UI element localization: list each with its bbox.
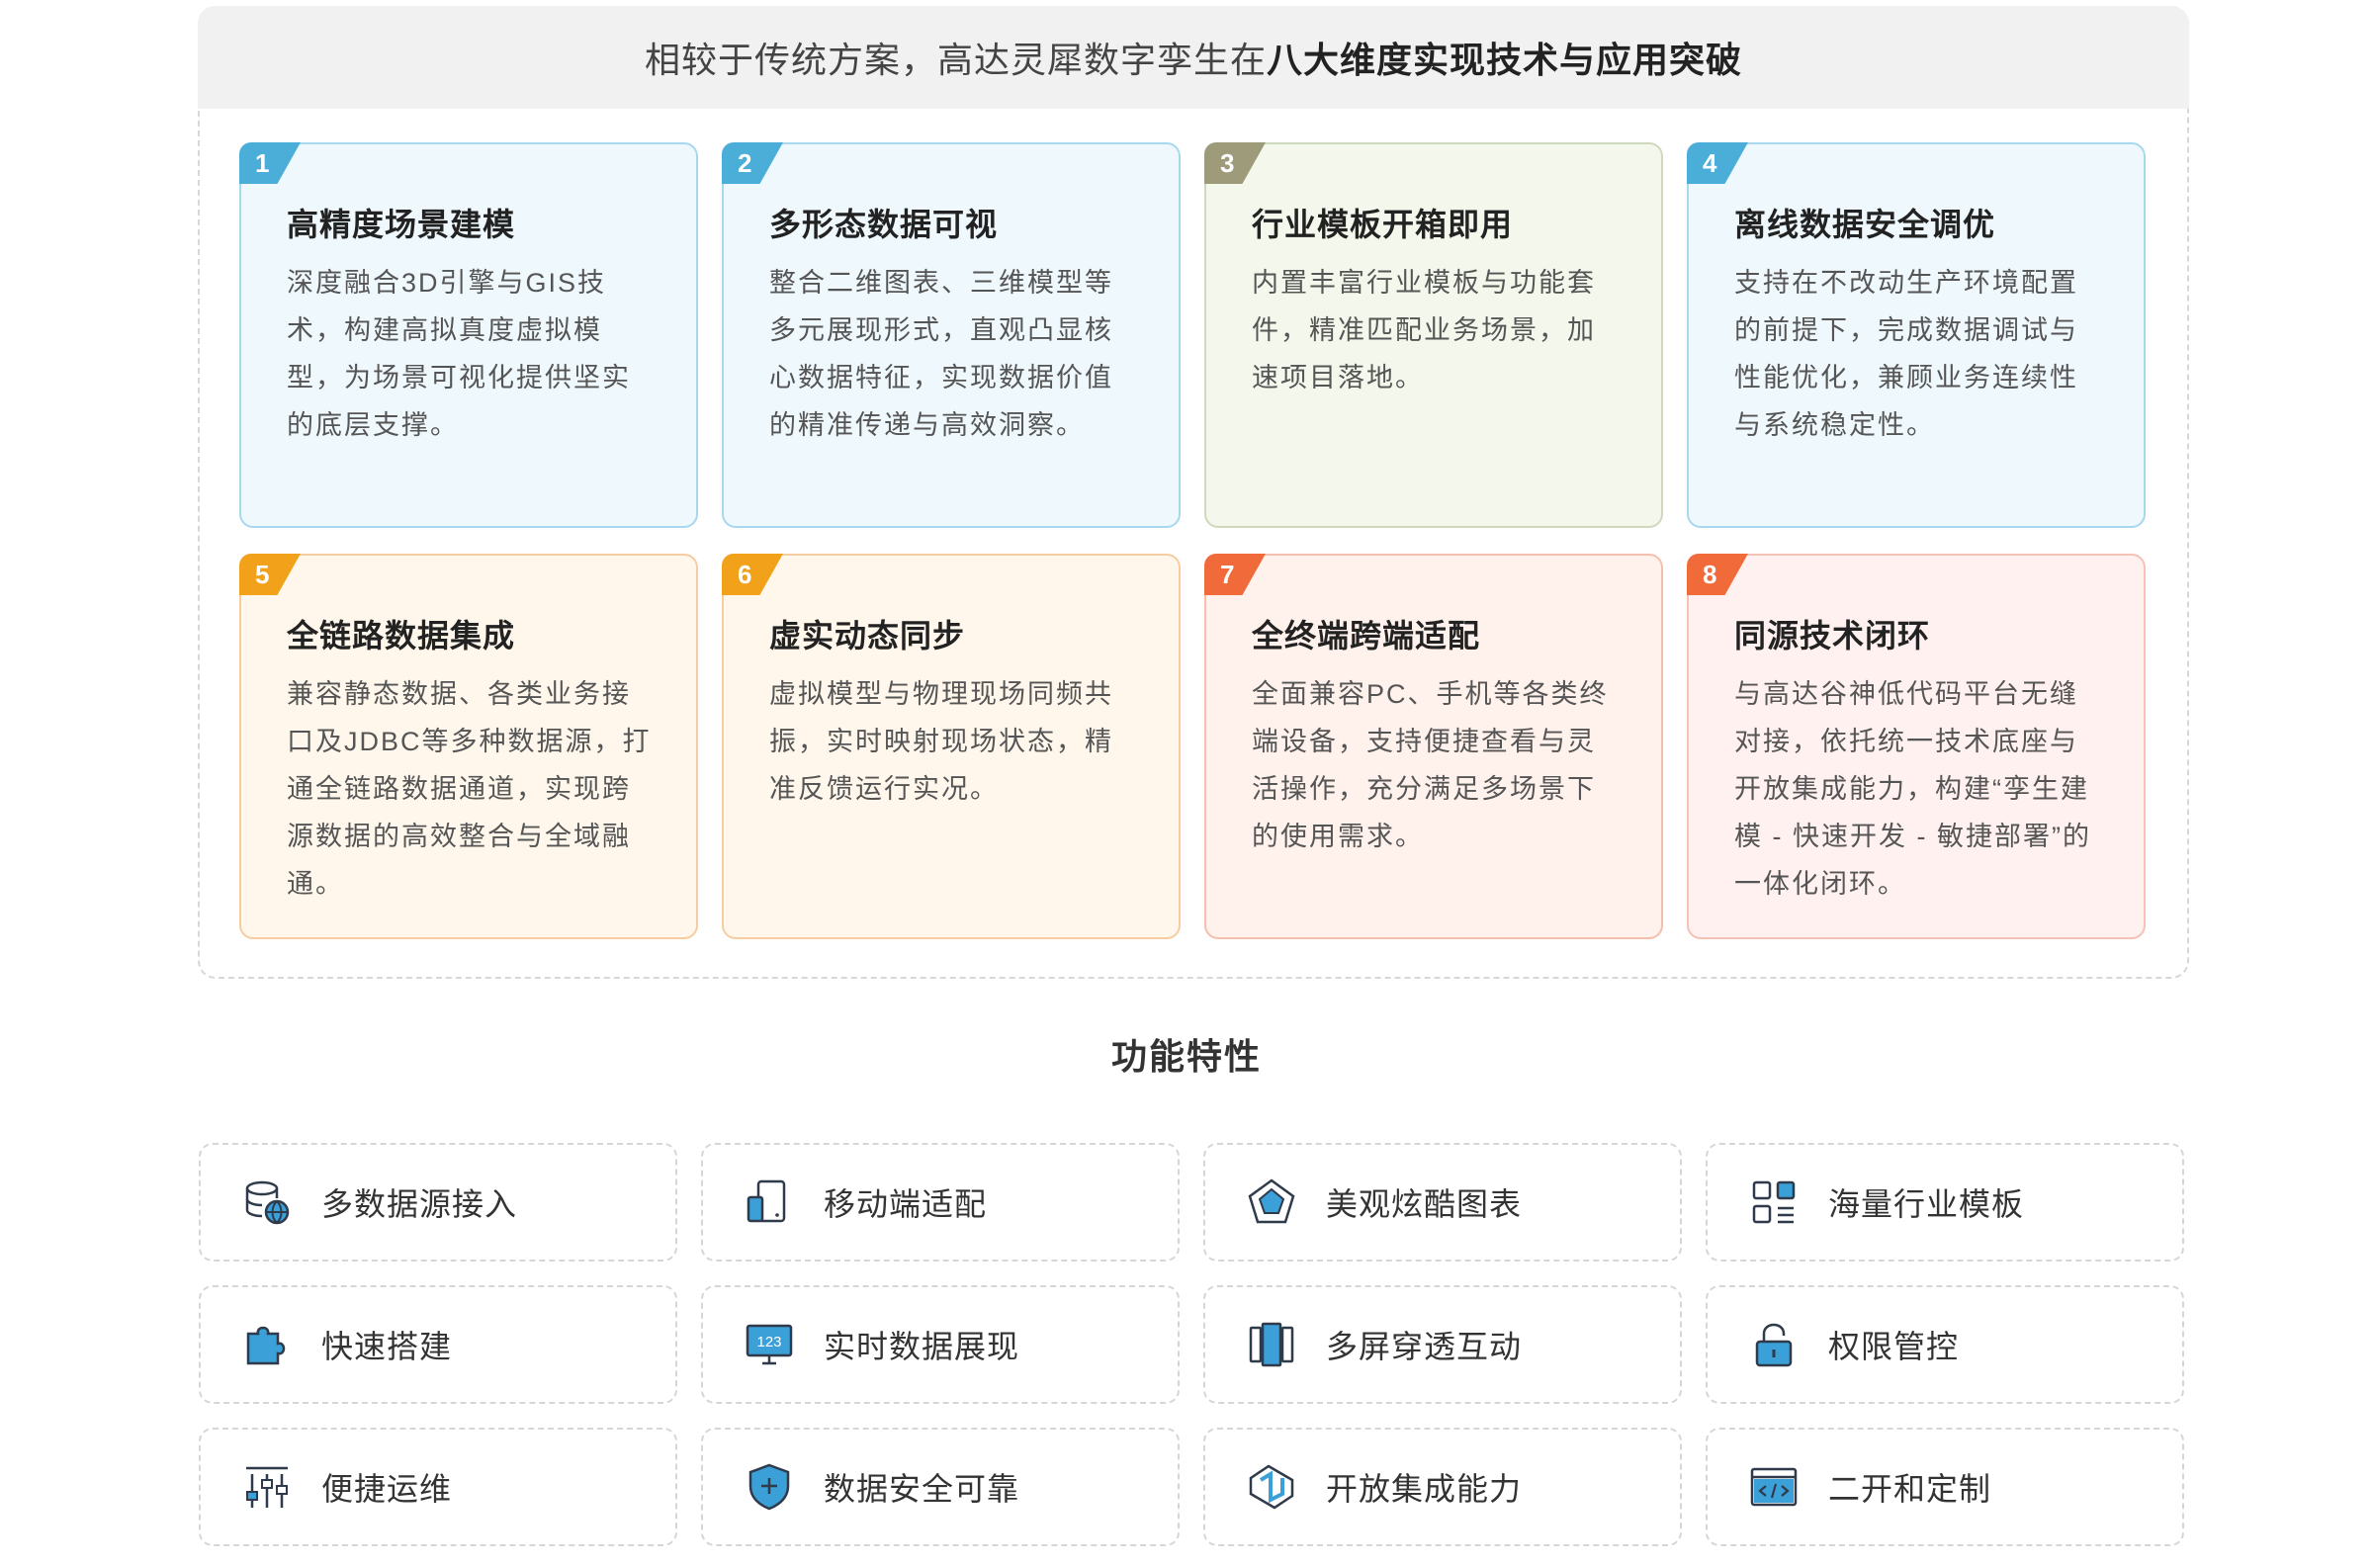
feature-card-2: 2 多形态数据可视 整合二维图表、三维模型等多元展现形式，直观凸显核心数据特征，… <box>722 142 1181 528</box>
feature-card-6: 6 虚实动态同步 虚拟模型与物理现场同频共振，实时映射现场状态，精准反馈运行实况… <box>722 554 1181 939</box>
card-description: 深度融合3D引擎与GIS技术，构建高拟真度虚拟模型，为场景可视化提供坚实的底层支… <box>287 268 631 440</box>
card-number-badge: 6 <box>722 554 783 595</box>
feature-label: 数据安全可靠 <box>824 1471 1020 1507</box>
code-window-icon <box>1750 1467 1798 1507</box>
feature-easy-ops[interactable]: 便捷运维 <box>199 1428 677 1546</box>
feature-label: 移动端适配 <box>824 1186 988 1222</box>
features-section-title: 功能特性 <box>1110 1036 1262 1077</box>
card-title: 多形态数据可视 <box>769 207 999 242</box>
feature-permission-control[interactable]: 权限管控 <box>1706 1285 2184 1404</box>
sliders-icon <box>246 1466 288 1508</box>
card-number-badge: 1 <box>239 142 301 184</box>
header-lead: 相较于传统方案，高达灵犀数字孪生在 <box>644 40 1267 80</box>
card-title: 行业模板开箱即用 <box>1252 207 1514 242</box>
comparison-panel: 相较于传统方案，高达灵犀数字孪生在 八大维度实现技术与应用突破 1 高精度场景建模… <box>198 6 2189 979</box>
feature-industry-templates[interactable]: 海量行业模板 <box>1706 1143 2184 1262</box>
feature-multi-screen[interactable]: 多屏穿透互动 <box>1203 1285 1682 1404</box>
integration-icon <box>1249 1464 1294 1510</box>
header-highlight: 八大维度实现技术与应用突破 <box>1267 40 1743 80</box>
card-description: 虚拟模型与物理现场同频共振，实时映射现场状态，精准反馈运行实况。 <box>769 679 1113 804</box>
card-description: 兼容静态数据、各类业务接口及JDBC等多种数据源，打通全链路数据通道，实现跨源数… <box>287 679 652 899</box>
feature-label: 二开和定制 <box>1828 1471 1992 1507</box>
feature-custom-dev[interactable]: 二开和定制 <box>1706 1428 2184 1546</box>
card-description: 全面兼容PC、手机等各类终端设备，支持便捷查看与灵活操作，充分满足多场景下的使用… <box>1252 679 1609 851</box>
feature-multi-datasource[interactable]: 多数据源接入 <box>199 1143 677 1262</box>
feature-label: 多屏穿透互动 <box>1326 1329 1523 1364</box>
feature-card-4: 4 离线数据安全调优 支持在不改动生产环境配置的前提下，完成数据调试与性能优化，… <box>1687 142 2146 528</box>
card-number-badge: 7 <box>1204 554 1266 595</box>
feature-label: 权限管控 <box>1828 1329 1960 1364</box>
feature-quick-build[interactable]: 快速搭建 <box>199 1285 677 1404</box>
card-number-badge: 8 <box>1687 554 1748 595</box>
card-description: 支持在不改动生产环境配置的前提下，完成数据调试与性能优化，兼顾业务连续性与系统稳… <box>1734 268 2078 440</box>
svg-text:123: 123 <box>756 1334 781 1350</box>
card-description: 整合二维图表、三维模型等多元展现形式，直观凸显核心数据特征，实现数据价值的精准传… <box>769 268 1113 440</box>
card-title: 同源技术闭环 <box>1734 618 1931 653</box>
panel-header: 相较于传统方案，高达灵犀数字孪生在 八大维度实现技术与应用突破 <box>198 6 2189 109</box>
shield-plus-icon <box>748 1463 790 1511</box>
card-number-badge: 3 <box>1204 142 1266 184</box>
feature-label: 美观炫酷图表 <box>1326 1186 1523 1222</box>
card-title: 虚实动态同步 <box>769 618 966 653</box>
monitor-123-icon: 123 <box>746 1324 793 1365</box>
feature-mobile-adaptation[interactable]: 移动端适配 <box>701 1143 1180 1262</box>
feature-data-security[interactable]: 数据安全可靠 <box>701 1428 1180 1546</box>
feature-label: 快速搭建 <box>321 1329 453 1364</box>
feature-card-5: 5 全链路数据集成 兼容静态数据、各类业务接口及JDBC等多种数据源，打通全链路… <box>239 554 698 939</box>
feature-realtime-data[interactable]: 123 实时数据展现 <box>701 1285 1180 1404</box>
database-globe-icon <box>245 1180 290 1225</box>
feature-card-8: 8 同源技术闭环 与高达谷神低代码平台无缝对接，依托统一技术底座与开放集成能力，… <box>1687 554 2146 939</box>
template-grid-icon <box>1752 1180 1796 1224</box>
card-number-badge: 5 <box>239 554 301 595</box>
feature-label: 开放集成能力 <box>1326 1471 1523 1507</box>
feature-cool-charts[interactable]: 美观炫酷图表 <box>1203 1143 1682 1262</box>
mobile-device-icon <box>747 1179 786 1223</box>
card-description: 内置丰富行业模板与功能套件，精准匹配业务场景，加速项目落地。 <box>1252 268 1596 392</box>
card-title: 离线数据安全调优 <box>1734 207 1996 242</box>
feature-open-integration[interactable]: 开放集成能力 <box>1203 1428 1682 1546</box>
lock-icon <box>1755 1323 1793 1367</box>
feature-label: 海量行业模板 <box>1828 1186 2025 1222</box>
card-title: 全终端跨端适配 <box>1252 618 1481 653</box>
puzzle-icon <box>246 1326 286 1365</box>
feature-card-3: 3 行业模板开箱即用 内置丰富行业模板与功能套件，精准匹配业务场景，加速项目落地… <box>1204 142 1663 528</box>
feature-card-7: 7 全终端跨端适配 全面兼容PC、手机等各类终端设备，支持便捷查看与灵活操作，充… <box>1204 554 1663 939</box>
feature-card-1: 1 高精度场景建模 深度融合3D引擎与GIS技术，构建高拟真度虚拟模型，为场景可… <box>239 142 698 528</box>
multi-screen-icon <box>1249 1322 1294 1367</box>
card-title: 高精度场景建模 <box>287 207 516 242</box>
feature-label: 多数据源接入 <box>321 1186 518 1222</box>
card-title: 全链路数据集成 <box>287 618 516 653</box>
card-number-badge: 4 <box>1687 142 1748 184</box>
pentagon-chart-icon <box>1248 1178 1295 1224</box>
card-description: 与高达谷神低代码平台无缝对接，依托统一技术底座与开放集成能力，构建“孪生建模 -… <box>1734 679 2091 899</box>
card-number-badge: 2 <box>722 142 783 184</box>
feature-label: 便捷运维 <box>321 1471 453 1507</box>
feature-label: 实时数据展现 <box>824 1329 1020 1364</box>
